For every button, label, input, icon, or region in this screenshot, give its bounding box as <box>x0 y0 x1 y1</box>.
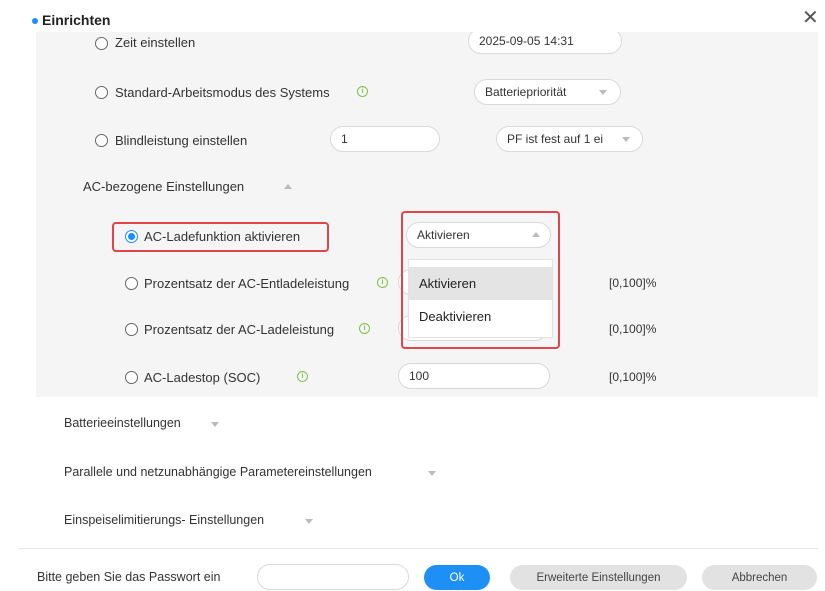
info-icon[interactable]: i <box>377 277 388 288</box>
chevron-down-icon <box>599 90 607 95</box>
advanced-settings-button[interactable]: Erweiterte Einstellungen <box>510 565 687 590</box>
reactive-power-label: Blindleistung einstellen <box>115 133 248 148</box>
charge-stop-range: [0,100]% <box>609 370 657 384</box>
password-label: Bitte geben Sie das Passwort ein <box>37 570 221 584</box>
ok-button[interactable]: Ok <box>424 565 490 590</box>
charge-stop-input[interactable]: 100 <box>398 363 550 389</box>
info-icon[interactable]: i <box>357 86 368 97</box>
chevron-down-icon[interactable] <box>211 422 219 427</box>
footer-divider <box>18 548 818 549</box>
reactive-power-mode-value: PF ist fest auf 1 ei <box>507 132 604 146</box>
radio-reactive-power[interactable] <box>95 134 108 147</box>
charge-stop-label: AC-Ladestop (SOC) <box>144 370 261 385</box>
time-label: Zeit einstellen <box>115 35 196 50</box>
chevron-down-icon[interactable] <box>428 471 436 476</box>
title-dot <box>32 18 38 24</box>
charge-pct-range: [0,100]% <box>609 322 657 336</box>
chevron-down-icon[interactable] <box>305 519 313 524</box>
info-icon[interactable]: i <box>359 323 370 334</box>
time-field[interactable]: 2025-09-05 14:31 <box>468 32 622 54</box>
chevron-up-icon[interactable] <box>284 184 292 189</box>
section-battery-settings[interactable]: Batterieeinstellungen <box>64 416 181 430</box>
chevron-down-icon <box>622 137 630 142</box>
ac-charge-dropdown: Aktivieren Deaktivieren <box>408 259 553 338</box>
password-input[interactable] <box>257 564 409 590</box>
reactive-power-input[interactable]: 1 <box>330 126 440 152</box>
work-mode-value: Batteriepriorität <box>485 85 567 99</box>
work-mode-label: Standard-Arbeitsmodus des Systems <box>115 85 330 100</box>
section-battery-label: Batterieeinstellungen <box>64 416 181 430</box>
charge-pct-label: Prozentsatz der AC-Ladeleistung <box>144 322 335 337</box>
reactive-power-mode-select[interactable]: PF ist fest auf 1 ei <box>496 126 643 152</box>
section-export-limit-label: Einspeiselimitierungs- Einstellungen <box>64 513 265 527</box>
radio-time[interactable] <box>95 37 108 50</box>
discharge-pct-label: Prozentsatz der AC-Entladeleistung <box>144 276 350 291</box>
dialog-title: Einrichten <box>42 12 111 28</box>
cancel-button[interactable]: Abbrechen <box>702 565 817 590</box>
section-parallel-settings[interactable]: Parallele und netzunabhängige Parametere… <box>64 465 372 479</box>
ac-section-header[interactable]: AC-bezogene Einstellungen <box>83 179 244 194</box>
highlight-ac-charge-label <box>112 222 329 252</box>
radio-charge-pct[interactable] <box>125 323 138 336</box>
radio-discharge-pct[interactable] <box>125 277 138 290</box>
section-export-limit-settings[interactable]: Einspeiselimitierungs- Einstellungen <box>64 513 264 527</box>
close-icon[interactable]: ✕ <box>802 8 819 28</box>
radio-charge-stop[interactable] <box>125 371 138 384</box>
discharge-pct-range: [0,100]% <box>609 276 657 290</box>
info-icon[interactable]: i <box>297 371 308 382</box>
dropdown-option-deaktivieren[interactable]: Deaktivieren <box>409 300 552 333</box>
radio-work-mode[interactable] <box>95 86 108 99</box>
section-parallel-label: Parallele und netzunabhängige Parametere… <box>64 465 372 479</box>
dropdown-option-aktivieren[interactable]: Aktivieren <box>409 267 552 300</box>
